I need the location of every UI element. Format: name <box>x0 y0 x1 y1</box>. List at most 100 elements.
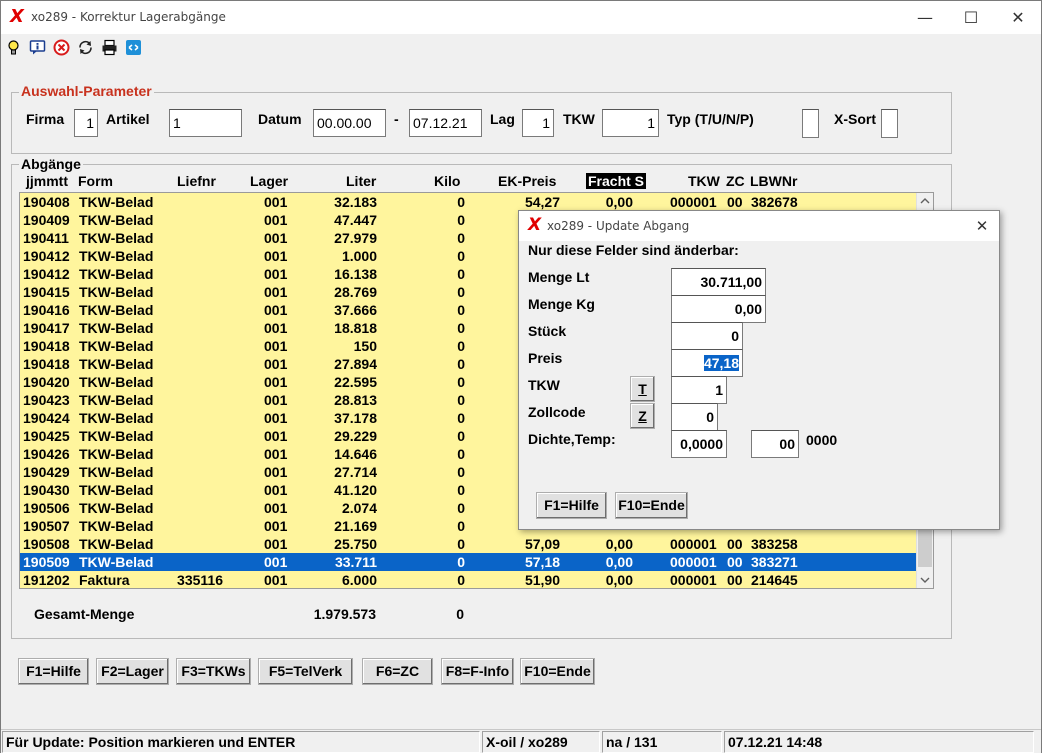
cell-zc: 00 <box>727 572 743 588</box>
stop-icon[interactable] <box>53 39 70 56</box>
header-tkw[interactable]: TKW <box>688 173 720 189</box>
f8-finfo-button[interactable]: F8=F-Info <box>441 658 514 685</box>
dialog-f10-ende-button[interactable]: F10=Ende <box>615 492 688 519</box>
title-bar: X xo289 - Korrektur Lagerabgänge — ☐ ✕ <box>1 1 1041 34</box>
zollcode-lookup-button[interactable]: Z <box>630 403 655 429</box>
dialog-close-button[interactable]: ✕ <box>965 211 999 241</box>
cell-form: TKW-Belad <box>79 374 154 390</box>
datum-to-field[interactable]: 07.12.21 <box>409 109 482 137</box>
header-zc[interactable]: ZC <box>726 173 745 189</box>
update-dialog: X xo289 - Update Abgang ✕ Nur diese Feld… <box>518 210 1000 530</box>
header-date[interactable]: jjmmtt <box>26 173 68 189</box>
f1-help-button[interactable]: F1=Hilfe <box>18 658 89 685</box>
header-lbwnr[interactable]: LBWNr <box>750 173 797 189</box>
dialog-title-bar: X xo289 - Update Abgang ✕ <box>519 211 999 241</box>
cell-liter: 14.646 <box>334 446 377 462</box>
status-message: Für Update: Position markieren und ENTER <box>2 731 480 753</box>
xsort-field[interactable] <box>881 109 898 138</box>
zollcode-field[interactable]: 0 <box>671 403 718 431</box>
f5-telverk-button[interactable]: F5=TelVerk <box>258 658 353 685</box>
f6-zc-button[interactable]: F6=ZC <box>362 658 433 685</box>
cell-liter: 41.120 <box>334 482 377 498</box>
cell-ekpreis: 57,09 <box>524 536 560 552</box>
header-liefnr[interactable]: Liefnr <box>177 173 216 189</box>
total-label: Gesamt-Menge <box>34 606 135 622</box>
close-button[interactable]: ✕ <box>995 1 1041 34</box>
dichte-field[interactable]: 0,0000 <box>671 430 727 458</box>
menge-lt-label: Menge Lt <box>528 269 590 285</box>
cell-date: 190508 <box>23 536 70 552</box>
f2-lager-button[interactable]: F2=Lager <box>96 658 169 685</box>
dialog-f1-help-button[interactable]: F1=Hilfe <box>536 492 607 519</box>
cell-liter: 27.714 <box>334 464 377 480</box>
table-row[interactable]: 191202 Faktura 335116 001 6.000 0 51,90 0,00 000… <box>20 571 918 588</box>
status-user: na / 131 <box>602 731 722 753</box>
tkw-dialog-label: TKW <box>528 377 560 393</box>
cell-form: TKW-Belad <box>79 464 154 480</box>
settings-icon[interactable] <box>125 39 142 56</box>
temp-field[interactable]: 00 <box>751 430 799 458</box>
scroll-up-icon[interactable] <box>920 197 930 205</box>
stueck-field[interactable]: 0 <box>671 322 743 350</box>
tkw-dialog-field[interactable]: 1 <box>671 376 727 404</box>
menge-kg-field[interactable]: 0,00 <box>671 295 766 323</box>
header-kilo[interactable]: Kilo <box>434 173 460 189</box>
cell-kilo: 0 <box>457 356 465 372</box>
info-icon[interactable] <box>29 39 46 56</box>
total-liter: 1.979.573 <box>313 606 376 622</box>
f3-tkws-button[interactable]: F3=TKWs <box>176 658 251 685</box>
cell-form: TKW-Belad <box>79 500 154 516</box>
cell-kilo: 0 <box>457 374 465 390</box>
cell-liter: 25.750 <box>334 536 377 552</box>
maximize-button[interactable]: ☐ <box>948 1 994 34</box>
artikel-field[interactable]: 1 <box>169 109 242 137</box>
printer-icon[interactable] <box>101 39 118 56</box>
cell-form: TKW-Belad <box>79 356 154 372</box>
table-row[interactable]: 190408 TKW-Belad 001 32.183 0 54,27 0,00 000001… <box>20 193 918 211</box>
minimize-button[interactable]: — <box>902 1 948 34</box>
cell-form: TKW-Belad <box>79 230 154 246</box>
f10-ende-button[interactable]: F10=Ende <box>520 658 595 685</box>
refresh-icon[interactable] <box>77 39 94 56</box>
header-lager[interactable]: Lager <box>250 173 288 189</box>
menge-lt-field[interactable]: 30.711,00 <box>671 268 766 296</box>
cell-kilo: 0 <box>457 536 465 552</box>
cell-kilo: 0 <box>457 572 465 588</box>
tkw-field[interactable]: 1 <box>602 109 659 137</box>
lag-field[interactable]: 1 <box>522 109 554 137</box>
cell-date: 190412 <box>23 248 70 264</box>
scroll-down-icon[interactable] <box>920 576 930 584</box>
datum-from-field[interactable]: 00.00.00 <box>313 109 386 137</box>
cell-date: 190415 <box>23 284 70 300</box>
status-bar: Für Update: Position markieren und ENTER… <box>1 729 1041 753</box>
cell-date: 190411 <box>23 230 69 246</box>
cell-lbwnr: 214645 <box>751 572 798 588</box>
tkw-lookup-button[interactable]: T <box>630 376 655 402</box>
header-form[interactable]: Form <box>78 173 113 189</box>
table-row[interactable]: 190508 TKW-Belad 001 25.750 0 57,09 0,00 000001… <box>20 535 918 553</box>
cell-form: TKW-Belad <box>79 428 154 444</box>
header-liter[interactable]: Liter <box>346 173 376 189</box>
preis-field-selection: 47,18 <box>703 355 739 371</box>
preis-field[interactable]: 47,18 <box>671 349 743 377</box>
stueck-label: Stück <box>528 323 567 339</box>
header-fracht[interactable]: Fracht S <box>586 173 647 189</box>
cell-form: TKW-Belad <box>79 392 154 408</box>
header-ekpreis[interactable]: EK-Preis <box>498 173 556 189</box>
firma-field[interactable]: 1 <box>74 109 98 137</box>
cell-date: 190408 <box>23 194 70 210</box>
typ-label: Typ (T/U/N/P) <box>667 111 754 127</box>
cell-liter: 27.894 <box>334 356 377 372</box>
lightbulb-icon[interactable] <box>5 39 22 56</box>
cell-zc: 00 <box>727 194 743 210</box>
cell-liter: 2.074 <box>341 500 377 516</box>
tkw-label: TKW <box>563 111 595 127</box>
typ-field[interactable] <box>802 109 819 138</box>
status-app: X-oil / xo289 <box>482 731 600 753</box>
cell-liter: 37.178 <box>334 410 377 426</box>
table-row[interactable]: 190509 TKW-Belad 001 33.711 0 57,18 0,00 000001… <box>20 553 918 571</box>
cell-zc: 00 <box>727 536 743 552</box>
cell-kilo: 0 <box>457 554 465 570</box>
cell-form: TKW-Belad <box>79 284 154 300</box>
cell-form: TKW-Belad <box>79 320 154 336</box>
